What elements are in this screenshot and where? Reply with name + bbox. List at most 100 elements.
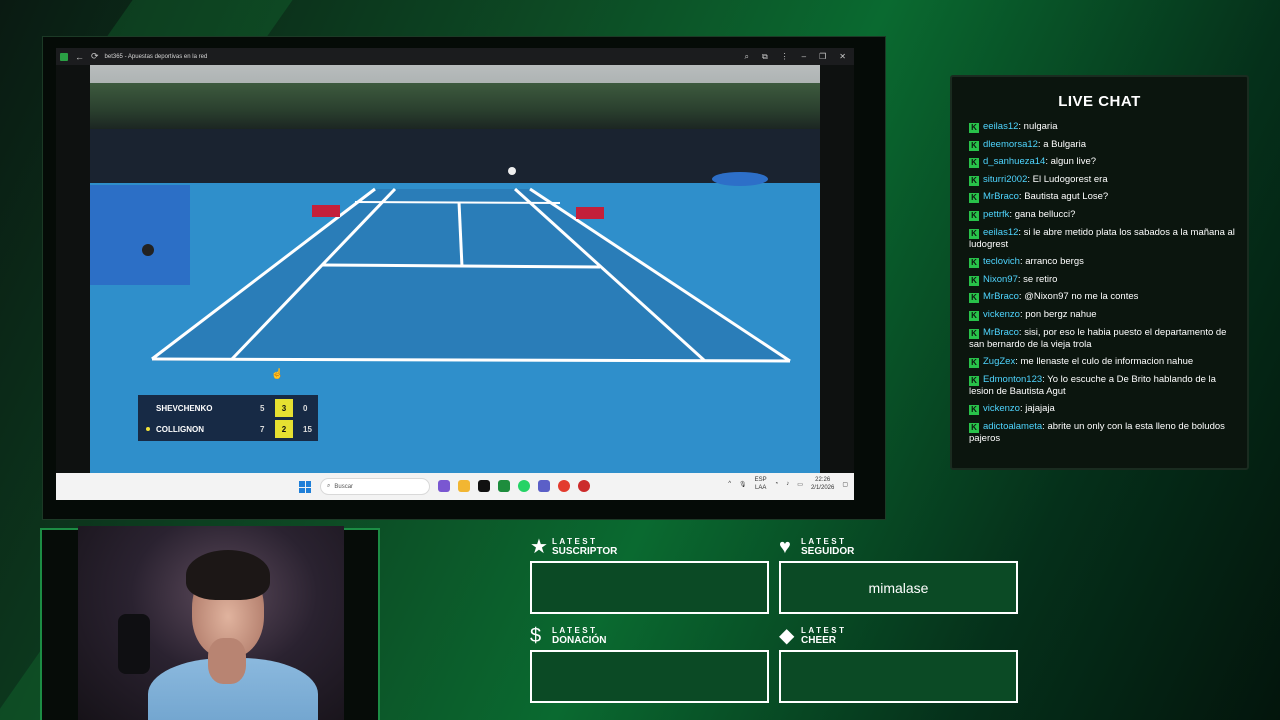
notification-icon[interactable]: ▢ [842,481,848,488]
browser-window: ← ⟳ bet365 - Apuestas deportivas en la r… [56,48,854,500]
bet365-icon[interactable] [498,480,510,492]
app-icon [60,52,68,61]
tennis-stream-video[interactable]: SHEVCHENKO 5 3 0 COLLIGNON 7 2 15 ☝ [90,65,820,473]
teams-icon[interactable] [538,480,550,492]
kick-badge-icon: K [969,375,979,386]
chat-title: LIVE CHAT [1058,93,1141,110]
chat-username[interactable]: dleemorsa12 [983,139,1038,150]
kick-badge-icon: K [969,193,979,204]
latest-seguidor-widget: ♥ LATEST SEGUIDOR mimalase [779,536,1019,614]
widget-title: CHEER [801,635,837,646]
chat-username[interactable]: Nixon97 [983,274,1018,285]
kick-badge-icon: K [969,310,979,321]
chat-text: Bautista agut Lose? [1024,191,1109,203]
chat-username[interactable]: adictoalameta [983,421,1042,432]
scoreboard-row: SHEVCHENKO 5 3 0 [138,398,318,418]
widget-value [530,650,769,703]
chrome-icon[interactable] [558,480,570,492]
whatsapp-icon[interactable] [518,480,530,492]
chat-message: Kpettrfk: gana bellucci? [969,209,1239,221]
chat-username[interactable]: d_sanhueza14 [983,156,1045,167]
search-placeholder: Buscar [334,483,354,490]
point-score: 15 [303,424,312,434]
chat-text: El Ludogorest era [1032,173,1108,185]
taskbar-search-input[interactable]: ⌕ Buscar [320,478,430,495]
live-chat-panel: LIVE CHAT Keeilas12: nulgaria Kdleemorsa1… [950,75,1249,470]
chat-username[interactable]: MrBraco [983,191,1019,202]
keyboard-layout: LAA [754,485,767,491]
file-explorer-icon[interactable] [458,480,470,492]
windows-start-icon[interactable] [299,481,311,493]
microphone-icon[interactable]: 🎙 [739,481,747,488]
latest-suscriptor-widget: ★ LATEST SUSCRIPTOR [530,537,770,614]
chat-username[interactable]: teclovich [983,256,1020,267]
volume-icon[interactable]: ♪ [786,481,789,487]
language-indicator[interactable]: ESP LAA [755,476,767,492]
browser-titlebar: ← ⟳ bet365 - Apuestas deportivas en la r… [56,48,854,65]
chat-text: me llenaste el culo de informacion nahue [1020,356,1194,368]
wifi-icon[interactable]: ◔ [775,481,779,487]
zoom-icon[interactable]: ⌕ [744,52,748,62]
kick-badge-icon: K [969,123,979,133]
streamer-hair [186,550,270,600]
kick-badge-icon: K [969,275,979,286]
battery-icon[interactable]: ▭ [797,481,803,488]
heart-icon: ♥ [779,536,791,558]
chat-message: K ZugZex: me llenaste el culo de informac… [969,356,1239,369]
copilot-icon[interactable] [438,480,450,492]
chat-username[interactable]: pettrfk [983,209,1009,220]
chat-username[interactable]: siturri2002 [983,174,1027,185]
chat-message: Kdleemorsa12: a Bulgaria [969,139,1239,151]
chat-username[interactable]: vickenzo [983,403,1020,414]
chat-message: K Edmonton123: Yo lo escuche a De Brito h… [969,374,1239,398]
chat-username[interactable]: eeilas12 [983,121,1018,132]
chat-username[interactable]: Edmonton123 [983,374,1042,385]
set-score: 7 [260,424,265,434]
widget-kicker: LATEST [552,626,598,635]
close-icon[interactable]: ✕ [839,52,846,62]
chat-text: pon bergz nahue [1025,308,1097,320]
restore-icon[interactable]: ❐ [819,52,826,62]
sponsor-board [312,205,340,217]
chat-username[interactable]: MrBraco [983,327,1019,338]
chat-text: algun live? [1050,156,1097,168]
extension-icon[interactable]: ⧉ [762,52,768,62]
net [354,201,561,204]
chat-message-list[interactable]: Keeilas12: nulgaria Kdleemorsa12: a Bulga… [969,121,1239,451]
chat-text: nulgaria [1023,121,1058,132]
tiktok-icon[interactable] [478,480,490,492]
chat-username[interactable]: ZugZex [983,356,1015,367]
widget-value [530,561,769,614]
minimize-icon[interactable]: – [802,52,806,62]
current-set-score: 3 [275,399,293,417]
chat-username[interactable]: vickenzo [983,309,1020,320]
serve-indicator-icon [146,427,150,431]
menu-icon[interactable]: ⋮ [781,52,789,62]
chat-message: K MrBraco: Bautista agut Lose? [969,191,1239,204]
back-icon[interactable]: ← [75,52,84,62]
tab-title: bet365 - Apuestas deportivas en la red [104,53,208,60]
chat-username[interactable]: eeilas12 [983,227,1018,238]
widget-value [779,650,1018,703]
chat-message: K MrBraco: sisi, por eso le habia puesto … [969,327,1239,351]
chat-text: a Bulgaria [1043,138,1086,150]
player-figure [142,244,154,256]
kick-badge-icon: K [969,140,979,151]
reload-icon[interactable]: ⟳ [91,51,99,62]
point-score: 0 [303,403,308,413]
app-red-icon[interactable] [578,480,590,492]
background-band [107,0,293,36]
chat-message: Keeilas12: nulgaria [969,121,1239,133]
hand-cursor-icon: ☝ [271,369,284,380]
chat-text: jajajaja [1025,403,1055,415]
court-surface [152,189,790,361]
chevron-up-icon[interactable]: ^ [728,481,731,487]
clock[interactable]: 22:26 2/1/2026 [811,476,834,492]
chat-message: Kd_sanhueza14: algun live? [969,156,1239,169]
search-icon: ⌕ [327,483,331,489]
kick-badge-icon: K [969,258,979,269]
baseline [151,357,791,363]
chat-username[interactable]: MrBraco [983,291,1019,302]
chat-text: gana bellucci? [1014,208,1076,220]
dollar-icon: $ [530,625,542,647]
